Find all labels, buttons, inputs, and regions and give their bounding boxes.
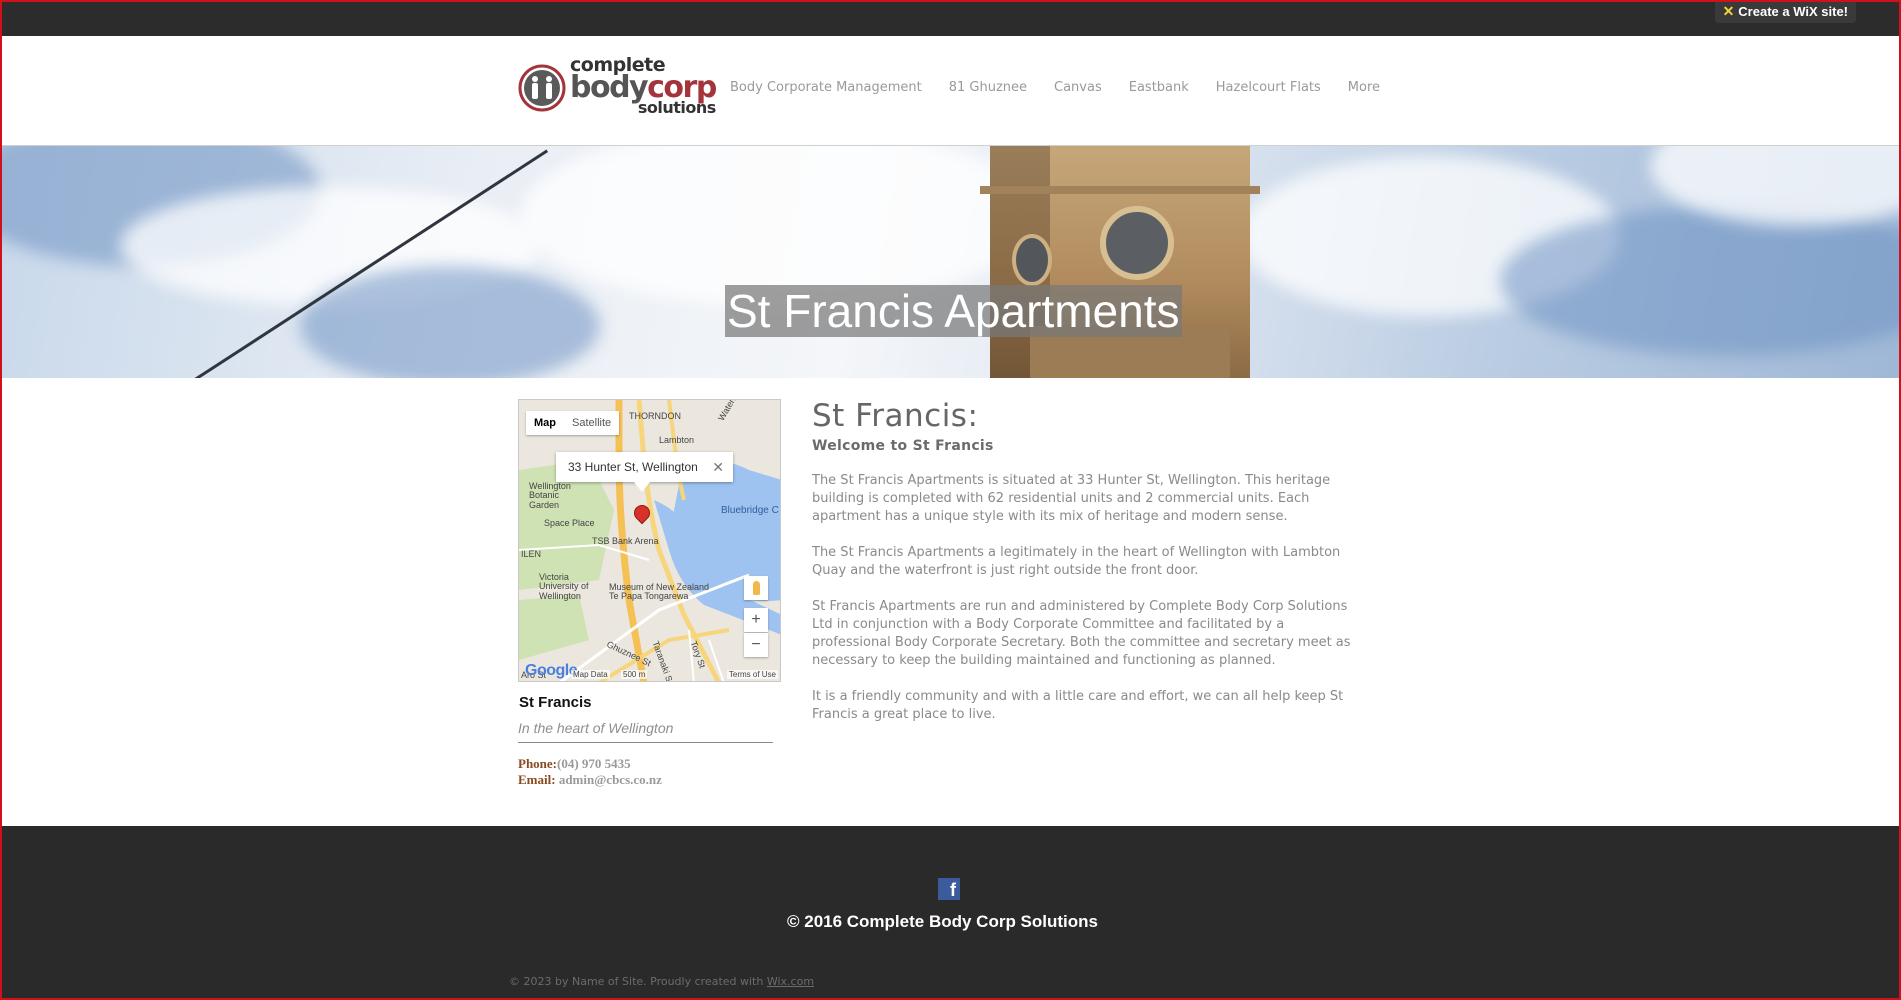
site-logo[interactable]: complete bodycorp solutions <box>518 56 717 126</box>
phone-line: Phone:(04) 970 5435 <box>518 756 631 772</box>
map-tab-map[interactable]: Map <box>526 411 564 435</box>
phone-label: Phone: <box>518 756 557 771</box>
map-data-link[interactable]: Map Data <box>571 670 610 679</box>
email-label: Email: <box>518 772 556 787</box>
map-label-museum: Museum of New Zealand Te Papa Tongarewa <box>609 582 710 602</box>
close-icon[interactable]: ✕ <box>712 452 724 482</box>
zoom-in-button[interactable]: + <box>744 608 768 632</box>
logo-people-icon <box>518 64 566 112</box>
wix-link[interactable]: Wix.com <box>767 975 814 988</box>
map-info-address: 33 Hunter St, Wellington <box>568 460 698 474</box>
content-paragraph: St Francis Apartments are run and admini… <box>812 599 1351 668</box>
location-subtitle: In the heart of Wellington <box>518 720 674 736</box>
nav-item-body-corporate-management[interactable]: Body Corporate Management <box>730 80 922 95</box>
map-label-thorndon: THORNDON <box>629 411 681 421</box>
map-label-space-place: Space Place <box>544 518 595 528</box>
create-wix-site-button[interactable]: ✕ Create a WiX site! <box>1714 0 1856 23</box>
facebook-icon[interactable]: f <box>938 878 960 900</box>
divider <box>518 742 773 743</box>
site-header: complete bodycorp solutions Body Corpora… <box>0 36 1901 146</box>
main-content: St Francis: Welcome to St Francis The St… <box>812 398 1372 724</box>
clock-tower-image <box>980 146 1260 378</box>
nav-item-81-ghuznee[interactable]: 81 Ghuznee <box>949 80 1027 95</box>
nav-item-canvas[interactable]: Canvas <box>1054 80 1102 95</box>
nav-item-hazelcourt-flats[interactable]: Hazelcourt Flats <box>1216 80 1321 95</box>
site-footer: f © 2016 Complete Body Corp Solutions © … <box>0 826 1901 1000</box>
zoom-out-button[interactable]: − <box>744 633 768 657</box>
footer-copyright: © 2016 Complete Body Corp Solutions <box>786 912 1098 931</box>
map-label-lambton: Lambton <box>659 435 695 445</box>
content-paragraph: It is a friendly community and with a li… <box>812 689 1344 722</box>
nav-item-more[interactable]: More <box>1348 80 1380 95</box>
content-subheading: Welcome to St Francis <box>812 438 994 454</box>
map-label-victoria: Victoria University of Wellington <box>539 572 589 601</box>
main-nav: Body Corporate Management 81 Ghuznee Can… <box>730 80 1407 95</box>
footer-credit-text: © 2023 by Name of Site. Proudly created … <box>509 975 767 988</box>
terms-of-use-link[interactable]: Terms of Use <box>726 670 778 679</box>
content-paragraph: The St Francis Apartments a legitimately… <box>812 545 1341 578</box>
star-icon: ✕ <box>1722 3 1735 19</box>
wix-top-bar: ✕ Create a WiX site! <box>0 0 1901 36</box>
map-footer: Google Map Data 500 m Terms of Use <box>519 662 780 681</box>
footer-credit: © 2023 by Name of Site. Proudly created … <box>509 975 814 988</box>
location-map[interactable]: THORNDON Lambton Waterloo Quay Wellingto… <box>518 399 781 682</box>
map-label-botanic: Wellington Botanic Garden <box>529 481 571 510</box>
map-label-bluebridge: Bluebridge C <box>721 505 779 516</box>
phone-value[interactable]: (04) 970 5435 <box>557 756 631 771</box>
location-title: St Francis <box>519 694 592 711</box>
email-value[interactable]: admin@cbcs.co.nz <box>559 772 662 787</box>
map-type-tabs: Map Satellite <box>526 411 620 435</box>
map-info-window: 33 Hunter St, Wellington ✕ <box>556 452 733 492</box>
map-label-tsb: TSB Bank Arena <box>592 536 659 546</box>
hero-banner: St Francis Apartments <box>0 146 1901 378</box>
email-line: Email: admin@cbcs.co.nz <box>518 772 662 788</box>
map-label-ilen: ILEN <box>521 549 542 559</box>
hero-title: St Francis Apartments <box>725 285 1182 337</box>
nav-item-eastbank[interactable]: Eastbank <box>1129 80 1189 95</box>
content-heading: St Francis: <box>812 398 979 434</box>
map-tab-satellite[interactable]: Satellite <box>564 411 619 435</box>
google-logo: Google <box>525 662 578 679</box>
map-scale: 500 m <box>621 670 648 679</box>
create-wix-site-label: Create a WiX site! <box>1738 4 1848 19</box>
content-paragraph: The St Francis Apartments is situated at… <box>812 473 1331 524</box>
street-view-pegman-icon[interactable] <box>744 576 768 600</box>
